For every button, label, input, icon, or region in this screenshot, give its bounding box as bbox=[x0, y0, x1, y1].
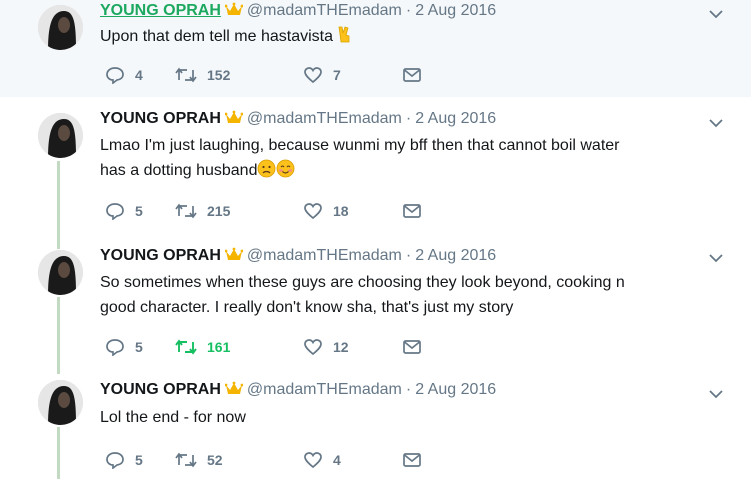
retweet-count: 161 bbox=[207, 339, 231, 355]
like-button[interactable]: 18 bbox=[303, 201, 349, 221]
tweet-text-line: Lmao I'm just laughing, because wunmi my… bbox=[100, 137, 620, 154]
retweet-button[interactable]: 52 bbox=[175, 450, 223, 470]
chevron-down-icon[interactable] bbox=[709, 118, 723, 128]
chevron-down-icon[interactable] bbox=[709, 389, 723, 399]
separator: · bbox=[405, 381, 412, 398]
like-count: 7 bbox=[333, 67, 341, 83]
tweet-header: YOUNG OPRAH @madamTHEmadam · 2 Aug 2016 bbox=[100, 1, 496, 22]
tweet[interactable]: YOUNG OPRAH @madamTHEmadam · 2 Aug 2016 Upo… bbox=[0, 0, 751, 97]
user-handle[interactable]: @madamTHEmadam bbox=[247, 381, 402, 398]
smiling-face-emoji-icon bbox=[276, 159, 295, 186]
tweet-actions: 5 161 12 bbox=[105, 337, 435, 357]
retweet-count: 215 bbox=[207, 203, 231, 219]
tweet-header: YOUNG OPRAH @madamTHEmadam · 2 Aug 2016 bbox=[100, 109, 496, 130]
tweet-text-line: So sometimes when these guys are choosin… bbox=[100, 274, 625, 291]
tweet-header: YOUNG OPRAH @madamTHEmadam · 2 Aug 2016 bbox=[100, 380, 496, 401]
like-button[interactable]: 4 bbox=[303, 450, 341, 470]
heart-icon bbox=[304, 452, 322, 469]
victory-hand-emoji-icon bbox=[337, 26, 353, 52]
user-handle[interactable]: @madamTHEmadam bbox=[247, 2, 402, 19]
reply-icon bbox=[106, 452, 124, 469]
retweet-button[interactable]: 161 bbox=[175, 337, 230, 357]
direct-message-button[interactable] bbox=[402, 337, 422, 357]
tweet-text-line: good character. I really don't know sha,… bbox=[100, 299, 514, 316]
tweet-text: Upon that dem tell me hastavista bbox=[100, 24, 700, 52]
reply-button[interactable]: 5 bbox=[105, 337, 143, 357]
retweet-button[interactable]: 152 bbox=[175, 65, 230, 85]
reply-button[interactable]: 5 bbox=[105, 450, 143, 470]
retweet-icon bbox=[175, 67, 197, 83]
direct-message-button[interactable] bbox=[402, 201, 422, 221]
like-count: 4 bbox=[333, 452, 341, 468]
retweet-count: 152 bbox=[207, 67, 231, 83]
like-count: 12 bbox=[333, 339, 349, 355]
tweet-text-line: Upon that dem tell me hastavista bbox=[100, 28, 334, 45]
like-button[interactable]: 7 bbox=[303, 65, 341, 85]
like-button[interactable]: 12 bbox=[303, 337, 349, 357]
tweet[interactable]: YOUNG OPRAH @madamTHEmadam · 2 Aug 2016 So … bbox=[0, 235, 751, 372]
reply-icon bbox=[106, 339, 124, 356]
reply-count: 4 bbox=[135, 67, 143, 83]
heart-icon bbox=[304, 203, 322, 220]
crown-emoji-icon bbox=[224, 247, 244, 267]
retweet-icon bbox=[175, 203, 197, 219]
reply-icon bbox=[106, 67, 124, 84]
tweet-actions: 5 215 18 bbox=[105, 201, 435, 221]
envelope-icon bbox=[403, 204, 421, 218]
retweet-count: 52 bbox=[207, 452, 223, 468]
tweet-thread: YOUNG OPRAH @madamTHEmadam · 2 Aug 2016 Upo… bbox=[0, 0, 751, 479]
reply-count: 5 bbox=[135, 203, 143, 219]
reply-icon bbox=[106, 203, 124, 220]
reply-button[interactable]: 5 bbox=[105, 201, 143, 221]
like-count: 18 bbox=[333, 203, 349, 219]
tweet-header: YOUNG OPRAH @madamTHEmadam · 2 Aug 2016 bbox=[100, 246, 496, 267]
tweet-date[interactable]: 2 Aug 2016 bbox=[415, 381, 496, 398]
tweet-actions: 5 52 4 bbox=[105, 450, 435, 470]
user-handle[interactable]: @madamTHEmadam bbox=[247, 247, 402, 264]
tweet-date[interactable]: 2 Aug 2016 bbox=[415, 110, 496, 127]
crown-emoji-icon bbox=[224, 110, 244, 130]
avatar[interactable] bbox=[38, 380, 83, 425]
crown-emoji-icon bbox=[224, 381, 244, 401]
retweet-button[interactable]: 215 bbox=[175, 201, 230, 221]
tweet-text-line: has a dotting husband bbox=[100, 162, 258, 179]
tweet-text-line: Lol the end - for now bbox=[100, 409, 246, 426]
tweet[interactable]: YOUNG OPRAH @madamTHEmadam · 2 Aug 2016 Lma… bbox=[0, 97, 751, 235]
separator: · bbox=[405, 110, 412, 127]
avatar[interactable] bbox=[38, 250, 83, 295]
display-name[interactable]: YOUNG OPRAH bbox=[100, 110, 221, 127]
crown-emoji-icon bbox=[224, 2, 244, 22]
heart-icon bbox=[304, 339, 322, 356]
direct-message-button[interactable] bbox=[402, 450, 422, 470]
heart-icon bbox=[304, 67, 322, 84]
worried-face-emoji-icon bbox=[257, 159, 276, 186]
reply-button[interactable]: 4 bbox=[105, 65, 143, 85]
avatar[interactable] bbox=[38, 5, 83, 50]
tweet[interactable]: YOUNG OPRAH @madamTHEmadam · 2 Aug 2016 Lol… bbox=[0, 372, 751, 479]
avatar[interactable] bbox=[38, 113, 83, 158]
separator: · bbox=[405, 247, 412, 264]
display-name[interactable]: YOUNG OPRAH bbox=[100, 2, 221, 19]
retweet-icon bbox=[175, 452, 197, 468]
direct-message-button[interactable] bbox=[402, 65, 422, 85]
chevron-down-icon[interactable] bbox=[709, 9, 723, 19]
user-handle[interactable]: @madamTHEmadam bbox=[247, 110, 402, 127]
chevron-down-icon[interactable] bbox=[709, 253, 723, 263]
reply-count: 5 bbox=[135, 452, 143, 468]
reply-count: 5 bbox=[135, 339, 143, 355]
tweet-actions: 4 152 7 bbox=[105, 65, 435, 85]
display-name[interactable]: YOUNG OPRAH bbox=[100, 381, 221, 398]
display-name[interactable]: YOUNG OPRAH bbox=[100, 247, 221, 264]
tweet-date[interactable]: 2 Aug 2016 bbox=[415, 2, 496, 19]
tweet-text: Lmao I'm just laughing, because wunmi my… bbox=[100, 133, 700, 186]
envelope-icon bbox=[403, 68, 421, 82]
retweet-icon bbox=[175, 339, 197, 355]
envelope-icon bbox=[403, 453, 421, 467]
tweet-text: Lol the end - for now bbox=[100, 405, 700, 430]
envelope-icon bbox=[403, 340, 421, 354]
tweet-date[interactable]: 2 Aug 2016 bbox=[415, 247, 496, 264]
tweet-text: So sometimes when these guys are choosin… bbox=[100, 270, 700, 320]
separator: · bbox=[405, 2, 412, 19]
